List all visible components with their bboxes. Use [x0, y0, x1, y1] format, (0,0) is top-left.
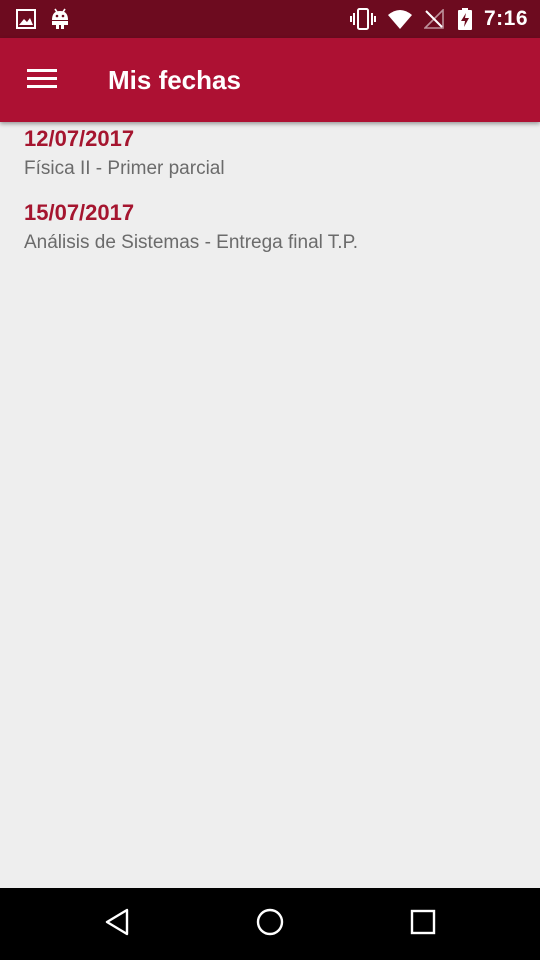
wifi-icon: [387, 9, 412, 29]
status-bar: 7:16: [0, 0, 540, 38]
recents-icon: [410, 909, 436, 940]
back-button[interactable]: [87, 894, 147, 954]
no-signal-icon: [423, 9, 446, 29]
recents-button[interactable]: [393, 894, 453, 954]
home-icon: [256, 908, 284, 941]
dates-list: 12/07/2017 Física II - Primer parcial 15…: [24, 124, 524, 272]
battery-charging-icon: [457, 8, 472, 30]
item-description: Análisis de Sistemas - Entrega final T.P…: [24, 232, 359, 253]
navigation-bar: [0, 888, 540, 960]
page-title: Mis fechas: [108, 64, 241, 95]
item-date: 12/07/2017: [24, 126, 135, 151]
app-bar: Mis fechas: [0, 38, 540, 122]
status-right: 7:16: [349, 7, 528, 31]
status-time: 7:16: [483, 7, 528, 30]
hamburger-menu-icon: [27, 67, 57, 94]
android-icon: [50, 8, 70, 30]
item-date: 15/07/2017: [24, 200, 135, 225]
screen: 7:16 Mis fechas 12/07/2017 Física II - P…: [0, 0, 540, 960]
vibrate-icon: [349, 8, 376, 30]
home-button[interactable]: [240, 894, 300, 954]
item-description: Física II - Primer parcial: [24, 158, 225, 179]
list-item[interactable]: 12/07/2017 Física II - Primer parcial: [24, 124, 524, 184]
back-icon: [104, 908, 130, 941]
status-left: [16, 8, 70, 30]
menu-button[interactable]: [0, 38, 84, 122]
image-icon: [16, 9, 36, 29]
list-item[interactable]: 15/07/2017 Análisis de Sistemas - Entreg…: [24, 198, 524, 258]
